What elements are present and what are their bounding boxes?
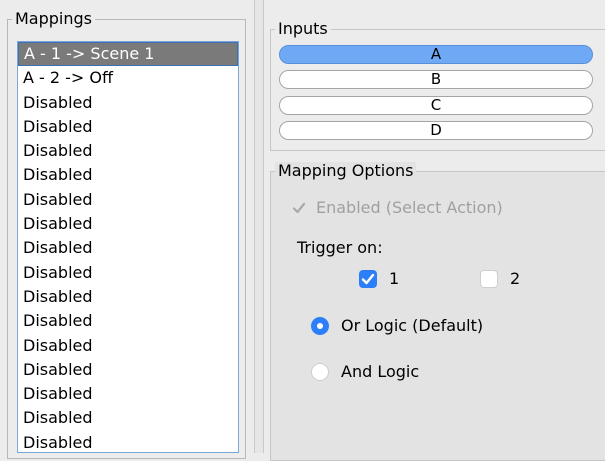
trigger-on-label: Trigger on: bbox=[297, 238, 383, 257]
mapping-item[interactable]: Disabled bbox=[18, 309, 238, 333]
enabled-label: Enabled (Select Action) bbox=[316, 198, 503, 217]
mapping-item[interactable]: A - 2 -> Off bbox=[18, 66, 238, 90]
checkmark-icon bbox=[361, 273, 375, 285]
mapping-options-legend: Mapping Options bbox=[275, 162, 417, 180]
mapping-item[interactable]: Disabled bbox=[18, 91, 238, 115]
checkmark-icon bbox=[292, 202, 306, 214]
or-logic-radio[interactable] bbox=[311, 317, 329, 335]
trigger-1-label: 1 bbox=[389, 269, 400, 288]
inputs-panel: Inputs A B C D bbox=[270, 20, 605, 151]
and-logic-radio[interactable] bbox=[311, 363, 329, 381]
mapping-item[interactable]: Disabled bbox=[18, 382, 238, 406]
trigger-1-checkbox[interactable] bbox=[359, 270, 377, 288]
mapping-item[interactable]: Disabled bbox=[18, 358, 238, 382]
input-button-a[interactable]: A bbox=[279, 45, 593, 64]
mapping-item[interactable]: Disabled bbox=[18, 188, 238, 212]
mapping-item[interactable]: Disabled bbox=[18, 236, 238, 260]
input-button-b[interactable]: B bbox=[279, 70, 593, 89]
input-button-d[interactable]: D bbox=[279, 121, 593, 140]
trigger-2-checkbox[interactable] bbox=[480, 270, 498, 288]
inputs-legend: Inputs bbox=[275, 20, 331, 38]
mapping-options-panel: Mapping Options Enabled (Select Action) … bbox=[270, 162, 605, 461]
mapping-item[interactable]: Disabled bbox=[18, 212, 238, 236]
mapping-item[interactable]: Disabled bbox=[18, 115, 238, 139]
or-logic-label: Or Logic (Default) bbox=[341, 316, 484, 335]
mapping-item[interactable]: Disabled bbox=[18, 139, 238, 163]
mapping-item[interactable]: Disabled bbox=[18, 261, 238, 285]
input-button-c[interactable]: C bbox=[279, 96, 593, 115]
mappings-legend: Mappings bbox=[12, 10, 95, 28]
enabled-checkbox bbox=[290, 199, 308, 217]
mapping-item[interactable]: A - 1 -> Scene 1 bbox=[18, 42, 238, 67]
mapping-item[interactable]: Disabled bbox=[18, 285, 238, 309]
mappings-list[interactable]: A - 1 -> Scene 1 A - 2 -> Off Disabled D… bbox=[17, 41, 239, 453]
mapping-item[interactable]: Disabled bbox=[18, 163, 238, 187]
and-logic-label: And Logic bbox=[341, 362, 420, 381]
mapping-item[interactable]: Disabled bbox=[18, 406, 238, 430]
mapping-item[interactable]: Disabled bbox=[18, 431, 238, 452]
trigger-2-label: 2 bbox=[510, 269, 521, 288]
split-pane-divider[interactable] bbox=[254, 0, 264, 453]
mapping-item[interactable]: Disabled bbox=[18, 334, 238, 358]
